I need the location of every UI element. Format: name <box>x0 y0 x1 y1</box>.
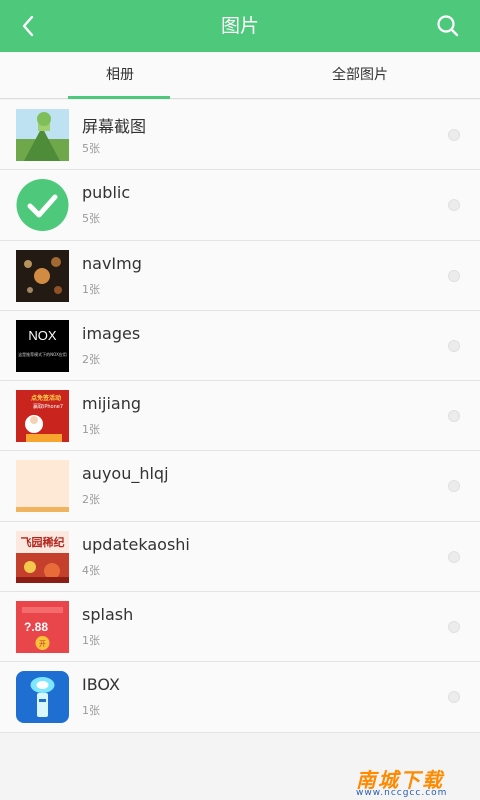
red-promo-thumbnail: 点免签活动 赢取iPhone7 <box>16 390 69 443</box>
tab-active-indicator <box>68 96 170 99</box>
flashlight-app-icon <box>16 671 69 724</box>
top-app-bar: 图片 <box>0 0 480 52</box>
tab-all-pictures[interactable]: 全部图片 <box>240 52 480 98</box>
nox-banner-thumbnail: NOX 这是推荐模式下的NOX应用 <box>16 319 69 372</box>
select-radio[interactable] <box>448 550 460 563</box>
select-radio[interactable] <box>448 480 460 493</box>
album-row[interactable]: ?.88 开 splash 1张 <box>0 592 480 663</box>
select-radio[interactable] <box>448 691 460 704</box>
album-count: 1张 <box>82 704 100 718</box>
album-count: 1张 <box>82 282 100 296</box>
album-name: images <box>82 323 141 343</box>
album-name: navImg <box>82 253 142 273</box>
select-radio[interactable] <box>448 410 460 423</box>
thumb-subtext: 赢取iPhone7 <box>33 403 63 410</box>
red-envelope-thumbnail: ?.88 开 <box>16 601 69 654</box>
album-row[interactable]: 飞园稀纪 updatekaoshi 4张 <box>0 521 480 593</box>
album-count: 1张 <box>82 634 100 648</box>
album-name: mijiang <box>82 394 142 414</box>
thumb-text: 点免签活动 <box>31 394 61 402</box>
check-circle-icon <box>16 179 69 232</box>
album-name: auyou_hlqj <box>82 464 169 484</box>
select-radio[interactable] <box>448 199 460 212</box>
album-name: public <box>82 183 131 203</box>
album-count: 4张 <box>82 563 100 577</box>
album-count: 5张 <box>82 212 100 226</box>
watermark: 南城下载 www.nccgcc.com <box>352 764 472 798</box>
album-list: 屏幕截图 5张 public 5张 navImg 1张 NOX 这是推荐模式下的… <box>0 100 480 733</box>
album-row[interactable]: 点免签活动 赢取iPhone7 mijiang 1张 <box>0 381 480 452</box>
select-radio[interactable] <box>448 339 460 352</box>
page-title: 图片 <box>220 15 259 37</box>
album-row[interactable]: public 5张 <box>0 170 480 241</box>
select-radio[interactable] <box>448 621 460 634</box>
select-radio[interactable] <box>448 129 460 141</box>
album-row[interactable]: IBOX 1张 <box>0 662 480 733</box>
tab-bar: 相册 全部图片 <box>0 52 480 99</box>
thumb-text: ?.88 <box>24 620 48 634</box>
watermark-url: www.nccgcc.com <box>356 788 448 798</box>
app-screen: 图片 相册 全部图片 屏幕截图 5张 public 5张 navImg 1张 N… <box>0 0 480 800</box>
album-name: IBOX <box>82 675 120 695</box>
album-row[interactable]: 屏幕截图 5张 <box>0 100 480 171</box>
album-row[interactable]: auyou_hlqj 2张 <box>0 451 480 522</box>
thumb-text: NOX <box>28 328 57 343</box>
album-count: 1张 <box>82 423 100 437</box>
album-name: 屏幕截图 <box>82 117 147 136</box>
album-row[interactable]: navImg 1张 <box>0 240 480 311</box>
thumb-subtext: 这是推荐模式下的NOX应用 <box>18 351 67 357</box>
festival-banner-thumbnail: 飞园稀纪 <box>16 530 69 583</box>
search-icon <box>437 15 459 37</box>
album-count: 2张 <box>82 493 100 507</box>
search-button[interactable] <box>434 12 462 40</box>
album-name: splash <box>82 605 134 625</box>
album-count: 2张 <box>82 352 100 366</box>
tab-albums[interactable]: 相册 <box>0 52 240 98</box>
album-row[interactable]: NOX 这是推荐模式下的NOX应用 images 2张 <box>0 310 480 382</box>
thumb-subtext: 开 <box>39 640 46 648</box>
album-count: 5张 <box>82 142 100 155</box>
landscape-thumbnail <box>16 109 69 161</box>
bokeh-lights-thumbnail <box>16 249 69 302</box>
album-name: updatekaoshi <box>82 534 190 554</box>
peach-blank-thumbnail <box>16 460 69 513</box>
thumb-text: 飞园稀纪 <box>21 535 65 549</box>
select-radio[interactable] <box>448 269 460 282</box>
